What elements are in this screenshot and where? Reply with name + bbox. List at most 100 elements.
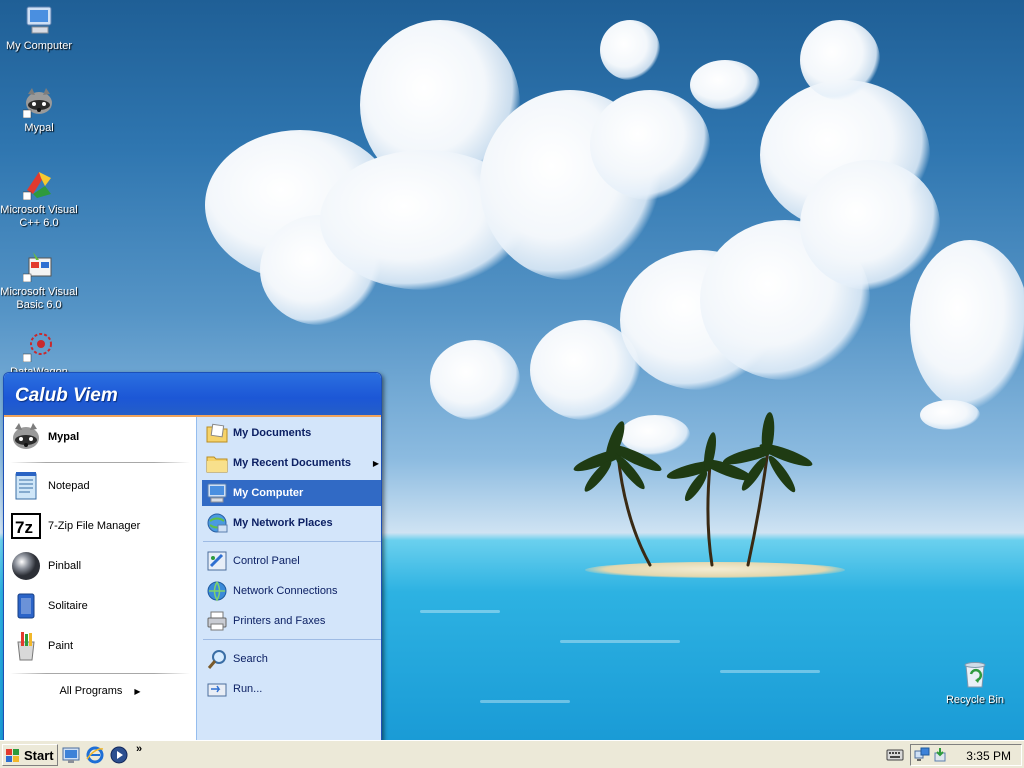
setting-network-connections[interactable]: Network Connections — [202, 578, 381, 604]
menu-item-label: Solitaire — [48, 600, 88, 612]
recent-item-7zip[interactable]: 7z 7-Zip File Manager — [10, 508, 192, 544]
search-icon — [206, 648, 228, 670]
cloud — [920, 400, 980, 430]
desktop-icon-mypal[interactable]: Mypal — [0, 86, 78, 135]
paint-icon — [10, 630, 42, 662]
7zip-icon: 7z — [10, 510, 42, 542]
cloud — [430, 340, 520, 420]
sea-glint — [720, 670, 820, 673]
cloud — [800, 160, 940, 290]
menu-item-label: Printers and Faxes — [233, 615, 326, 627]
menu-item-label: 7-Zip File Manager — [48, 520, 141, 532]
palm-trees-image — [573, 412, 813, 567]
cloud — [590, 90, 710, 200]
desktop-icon-my-computer[interactable]: My Computer — [0, 4, 78, 53]
tool-search[interactable]: Search — [202, 646, 381, 672]
menu-item-label: Run... — [233, 683, 263, 695]
divider — [203, 541, 381, 542]
start-menu: Calub Viem Mypal Notepad 7z 7-Zip File M… — [3, 372, 382, 742]
sea-glint — [480, 700, 570, 703]
menu-item-label: My Recent Documents — [233, 457, 351, 469]
control-panel-icon — [206, 550, 228, 572]
clock[interactable]: 3:35 PM — [966, 749, 1011, 763]
menu-item-label: My Network Places — [233, 517, 333, 529]
menu-item-label: Control Panel — [233, 555, 300, 567]
setting-printers-and-faxes[interactable]: Printers and Faxes — [202, 608, 381, 634]
documents-folder-icon — [206, 422, 228, 444]
menu-item-label: Pinball — [48, 560, 82, 572]
start-menu-programs-pane: Mypal Notepad 7z 7-Zip File Manager Pinb… — [4, 417, 196, 741]
visual-cpp-icon — [22, 168, 55, 201]
pinball-icon — [10, 550, 42, 582]
setting-control-panel[interactable]: Control Panel — [202, 548, 381, 574]
place-my-recent-documents[interactable]: My Recent Documents ▶ — [202, 450, 381, 476]
desktop-icon-label: Recycle Bin — [945, 694, 1005, 706]
all-programs-button[interactable]: All Programs ▶ — [4, 680, 196, 702]
start-menu-places-pane: My Documents My Recent Documents ▶ My Co… — [196, 417, 381, 741]
menu-item-label: Network Connections — [233, 585, 338, 597]
recycle-bin-icon — [959, 658, 991, 690]
all-programs-label: All Programs — [59, 685, 123, 697]
quick-launch-bar — [62, 745, 134, 765]
desktop-icon-visual-cpp[interactable]: Microsoft Visual C++ 6.0 — [0, 168, 78, 230]
start-menu-header: Calub Viem — [4, 373, 381, 417]
raccoon-icon — [10, 421, 42, 453]
cloud — [910, 240, 1024, 410]
show-desktop-icon[interactable] — [62, 746, 80, 764]
quick-launch-overflow-button[interactable]: » — [136, 743, 142, 755]
safely-remove-icon[interactable] — [932, 747, 948, 763]
menu-item-label: Mypal — [48, 431, 80, 443]
desktop-icon-visual-basic[interactable]: Microsoft Visual Basic 6.0 — [0, 250, 78, 312]
menu-item-label: My Computer — [233, 487, 304, 499]
place-my-documents[interactable]: My Documents — [202, 420, 381, 446]
user-name: Calub Viem — [15, 385, 118, 406]
recent-item-notepad[interactable]: Notepad — [10, 468, 192, 504]
svg-text:7z: 7z — [15, 518, 33, 537]
sea-glint — [560, 640, 680, 643]
arrow-right-icon: ▶ — [134, 686, 141, 696]
keyboard-icon[interactable] — [886, 746, 904, 762]
cloud — [690, 60, 760, 110]
menu-item-label: Notepad — [48, 480, 90, 492]
taskbar: Start » 3:35 PM — [0, 740, 1024, 768]
raccoon-icon — [22, 86, 55, 119]
recent-item-solitaire[interactable]: Solitaire — [10, 588, 192, 624]
divider — [10, 462, 190, 463]
menu-item-label: Paint — [48, 640, 74, 652]
computer-icon — [206, 482, 228, 504]
cloud — [800, 20, 880, 100]
place-my-network-places[interactable]: My Network Places — [202, 510, 381, 536]
media-player-icon[interactable] — [110, 746, 128, 764]
desktop-icon-label: Mypal — [24, 122, 54, 134]
network-connections-icon — [206, 580, 228, 602]
cloud — [600, 20, 660, 80]
desktop-icon-label: My Computer — [5, 40, 73, 52]
recent-item-paint[interactable]: Paint — [10, 628, 192, 664]
menu-item-label: My Documents — [233, 427, 312, 439]
visual-basic-icon — [22, 250, 55, 283]
recent-folder-icon — [206, 452, 228, 474]
start-label: Start — [24, 747, 54, 763]
start-button[interactable]: Start — [2, 744, 58, 766]
run-icon — [206, 678, 228, 700]
divider — [203, 639, 381, 640]
tool-run[interactable]: Run... — [202, 676, 381, 702]
desktop-icon-recycle-bin[interactable]: Recycle Bin — [936, 658, 1014, 707]
datawagon-icon — [22, 330, 55, 363]
desktop-icon-label: Microsoft Visual C++ 6.0 — [0, 204, 78, 229]
solitaire-icon — [10, 590, 42, 622]
notepad-icon — [10, 470, 42, 502]
sea-glint — [420, 610, 500, 613]
menu-item-label: Search — [233, 653, 268, 665]
printer-icon — [206, 610, 228, 632]
pinned-item-mypal[interactable]: Mypal — [10, 419, 192, 455]
windows-logo-icon — [6, 748, 20, 762]
submenu-arrow-icon: ▶ — [372, 458, 379, 468]
recent-item-pinball[interactable]: Pinball — [10, 548, 192, 584]
place-my-computer[interactable]: My Computer — [202, 480, 381, 506]
network-places-icon — [206, 512, 228, 534]
internet-explorer-icon[interactable] — [86, 746, 104, 764]
divider — [10, 673, 190, 674]
network-tray-icon[interactable] — [914, 747, 930, 763]
desktop-icon-label: Microsoft Visual Basic 6.0 — [0, 286, 78, 311]
